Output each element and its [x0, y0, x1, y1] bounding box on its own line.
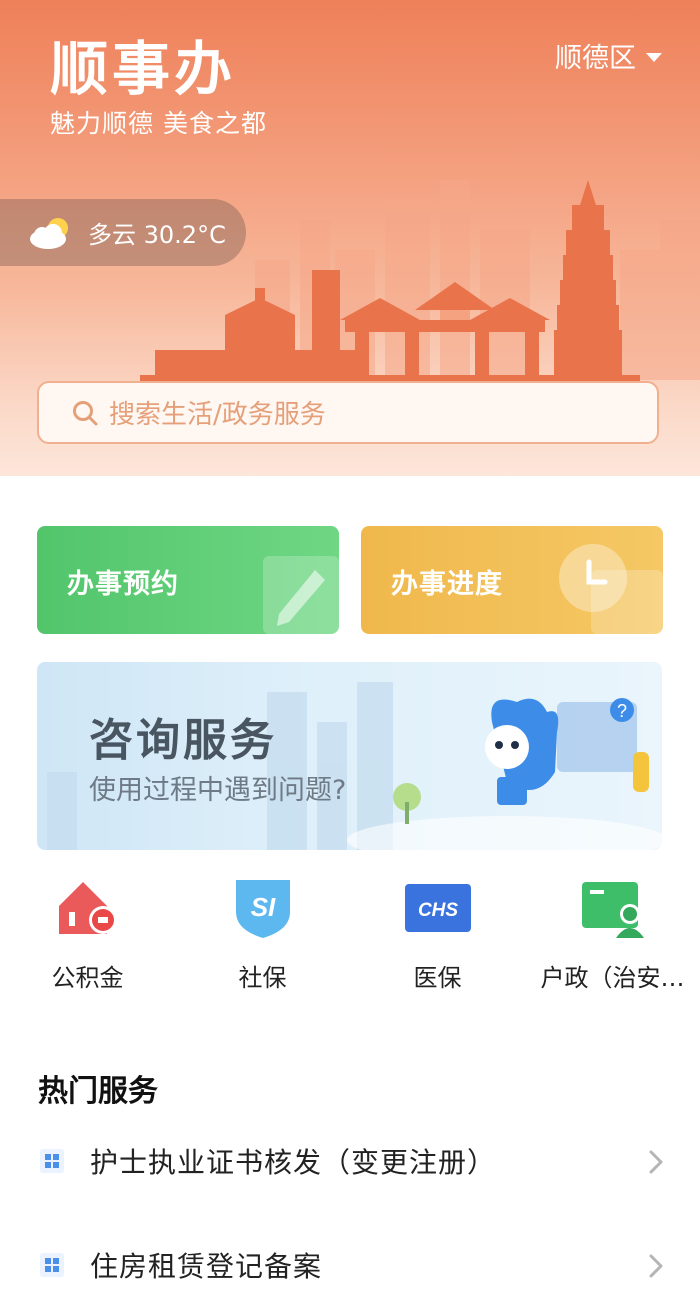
medical-insurance-icon: CHS: [404, 884, 471, 932]
question-badge: ?: [617, 701, 627, 721]
hot-service-item[interactable]: 护士执业证书核发（变更注册）: [0, 1121, 700, 1201]
caret-down-icon: [646, 53, 662, 62]
region-selector[interactable]: 顺德区: [555, 36, 662, 75]
chevron-right-icon: [649, 1150, 663, 1174]
appointment-label: 办事预约: [67, 569, 179, 600]
city-skyline-illustration: [140, 180, 700, 381]
service-housing-fund[interactable]: 公积金: [0, 872, 175, 992]
service-grid-icon: [40, 1253, 64, 1277]
search-icon: [73, 400, 98, 425]
progress-label: 办事进度: [391, 569, 503, 600]
region-label: 顺德区: [555, 43, 636, 74]
search-placeholder: 搜索生活/政务服务: [109, 400, 326, 430]
service-household-registration[interactable]: 户政（治安…: [525, 872, 700, 992]
hot-services-title: 热门服务: [38, 1074, 158, 1109]
appointment-card[interactable]: 办事预约: [37, 526, 339, 634]
service-label: 社保: [238, 964, 287, 992]
housing-fund-icon: [58, 882, 117, 934]
weather-text: 多云 30.2°C: [88, 221, 226, 249]
consultation-banner[interactable]: ? 咨询服务 使用过程中遇到问题?: [37, 662, 662, 850]
app-title: 顺事办: [50, 35, 237, 103]
hot-service-item[interactable]: 住房租赁登记备案: [0, 1225, 700, 1305]
hero-header: 顺事办 魅力顺德 美食之都 顺德区 多云 30.2°C 搜索生活/政务服务: [0, 0, 700, 476]
service-social-security[interactable]: SI 社保: [175, 872, 350, 992]
banner-subtitle: 使用过程中遇到问题?: [89, 775, 347, 806]
chs-badge-text: CHS: [417, 900, 457, 921]
app-slogan: 魅力顺德 美食之都: [50, 109, 267, 138]
si-badge-text: SI: [250, 892, 275, 922]
service-medical-insurance[interactable]: CHS 医保: [350, 872, 525, 992]
social-security-icon: SI: [235, 880, 290, 938]
weather-widget[interactable]: 多云 30.2°C: [0, 199, 246, 266]
pencil-icon: [263, 556, 339, 634]
partly-cloudy-icon: [30, 217, 68, 249]
chevron-right-icon: [649, 1254, 663, 1278]
service-grid-icon: [40, 1149, 64, 1173]
household-id-icon: [581, 882, 644, 938]
banner-title: 咨询服务: [89, 715, 277, 766]
progress-card[interactable]: 办事进度: [361, 526, 663, 634]
search-input[interactable]: 搜索生活/政务服务: [37, 381, 659, 444]
hot-service-label: 护士执业证书核发（变更注册）: [90, 1146, 497, 1179]
clock-icon: [559, 544, 663, 634]
hot-service-label: 住房租赁登记备案: [90, 1250, 323, 1283]
service-label: 公积金: [51, 964, 124, 992]
service-label: 户政（治安…: [540, 964, 685, 992]
service-label: 医保: [413, 964, 462, 992]
